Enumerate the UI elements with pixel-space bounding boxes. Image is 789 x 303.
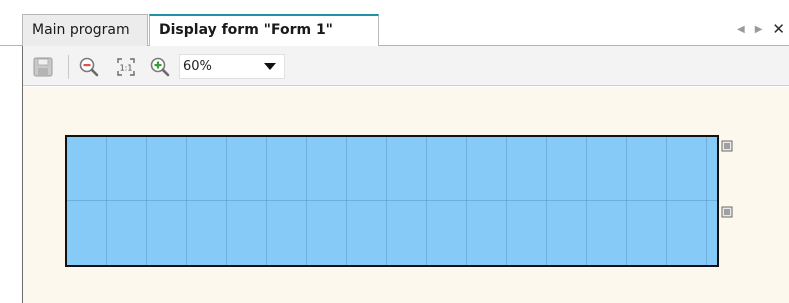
tab-main-program[interactable]: Main program (22, 14, 148, 46)
zoom-in-button[interactable] (149, 56, 171, 78)
zoom-level-value: 60% (183, 59, 212, 74)
form-preview-area[interactable] (65, 135, 719, 267)
triangle-right-icon[interactable]: ▶ (755, 24, 763, 35)
actual-size-icon: 1:1 (117, 58, 135, 76)
tab-controls: ◀ ▶ ✕ (737, 18, 785, 40)
tab-bar: Main program Display form "Form 1" ◀ ▶ ✕ (0, 0, 789, 47)
tab-display-form[interactable]: Display form "Form 1" (149, 14, 379, 47)
toolbar-separator (68, 55, 69, 79)
form-canvas[interactable] (23, 87, 789, 303)
chevron-down-icon[interactable] (264, 63, 276, 70)
tab-label: Display form "Form 1" (159, 22, 333, 38)
editor-window: Main program Display form "Form 1" ◀ ▶ ✕ (0, 0, 789, 303)
triangle-left-icon[interactable]: ◀ (737, 24, 745, 35)
floppy-disk-icon (33, 57, 53, 77)
zoom-out-button[interactable] (78, 56, 100, 78)
zoom-out-icon (79, 57, 99, 77)
zoom-level-select[interactable]: 60% (179, 54, 285, 79)
save-button[interactable] (32, 56, 54, 78)
row-handle-icon[interactable] (721, 206, 733, 218)
actual-size-label: 1:1 (120, 64, 133, 73)
tab-label: Main program (32, 22, 130, 38)
form-toolbar: 1:1 60% (23, 46, 789, 86)
actual-size-button[interactable]: 1:1 (115, 56, 137, 78)
close-icon[interactable]: ✕ (772, 20, 785, 38)
zoom-in-icon (150, 57, 170, 77)
row-handle-icon[interactable] (721, 140, 733, 152)
